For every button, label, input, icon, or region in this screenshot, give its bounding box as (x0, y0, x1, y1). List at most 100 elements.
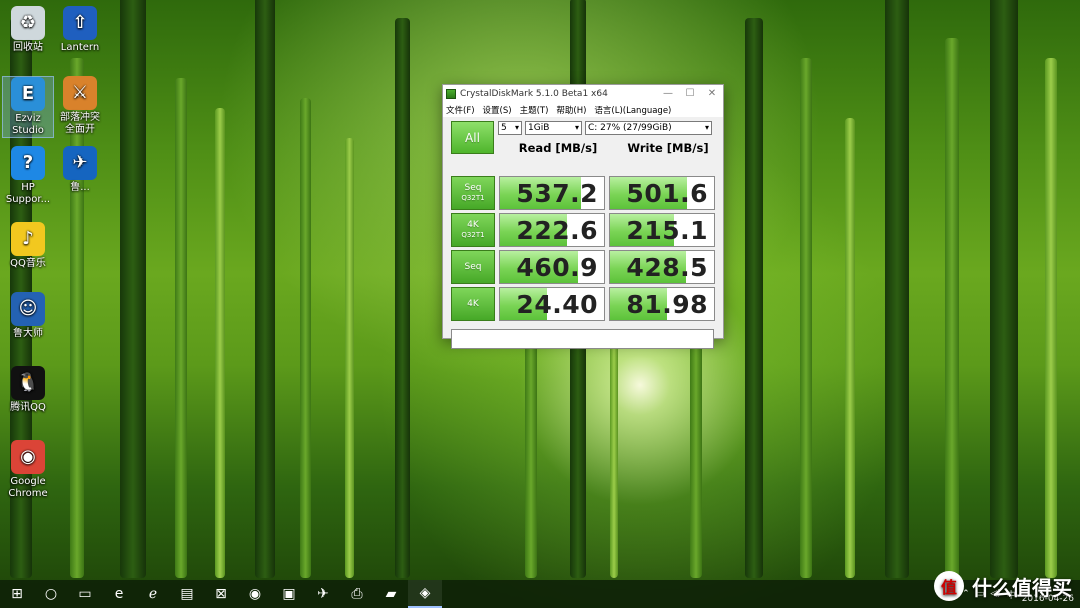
test-label: 4K (467, 220, 479, 230)
taskbar: ⊞ ○ ▭ e ℯ ▤ ⊠ ◉ ▣ ✈ ⎙ ▰ ◈ ⌃ ▭ ◁) 中 2016-04-26 (0, 580, 1080, 608)
chevron-down-icon: ▾ (574, 123, 579, 132)
write-result: 501.6 (609, 176, 715, 210)
read-result-value: 537.2 (516, 179, 598, 208)
chrome-icon[interactable]: ◉ (238, 580, 272, 608)
desktop-shortcut-label: Ezviz Studio (12, 113, 44, 136)
run-all-button[interactable]: All (451, 121, 494, 154)
read-header: Read [MB/s] (518, 141, 598, 155)
chrome-icon: ◉ (11, 440, 45, 474)
crystaldiskmark-window: CrystalDiskMark 5.1.0 Beta1 x64 — ☐ ✕ 文件… (442, 84, 724, 349)
ie-icon[interactable]: ℯ (136, 580, 170, 608)
desktop-shortcut[interactable]: ⇧ Lantern (54, 6, 106, 54)
result-row: 4K 24.40 81.98 (451, 287, 715, 321)
read-result-value: 24.40 (516, 290, 598, 319)
test-label: Seq (464, 262, 482, 272)
qq-icon: 🐧 (11, 366, 45, 400)
qqmusic-icon: ♪ (11, 222, 45, 256)
test-count-select[interactable]: 5 ▾ (498, 121, 522, 135)
ludashi-icon: ☺ (11, 292, 45, 326)
drive-value: C: 27% (27/99GiB) (588, 123, 672, 133)
desktop-shortcut[interactable]: ♻ 回收站 (2, 6, 54, 54)
write-result: 428.5 (609, 250, 715, 284)
task-view-icon[interactable]: ▭ (68, 580, 102, 608)
test-button[interactable]: 4K (451, 287, 495, 321)
title-bar[interactable]: CrystalDiskMark 5.1.0 Beta1 x64 — ☐ ✕ (443, 85, 723, 102)
windows-start-icon[interactable]: ⊞ (0, 580, 34, 608)
desktop-shortcut-label: 腾讯QQ (10, 402, 46, 413)
read-result: 537.2 (499, 176, 605, 210)
watermark-symbol: 值 (934, 571, 964, 601)
results-grid: Seq Q32T1 537.2 501.6 4K Q32T1 222.6 215.1 Seq 46… (451, 176, 715, 321)
drive-select[interactable]: C: 27% (27/99GiB) ▾ (585, 121, 712, 135)
help-icon: ? (11, 146, 45, 180)
write-result-value: 81.98 (626, 290, 708, 319)
desktop-shortcut-label: QQ音乐 (10, 258, 46, 269)
bird-icon: ✈ (63, 146, 97, 180)
store-icon[interactable]: ⊠ (204, 580, 238, 608)
test-count-value: 5 (501, 123, 507, 133)
desktop-shortcut-label: 鲁大师 (13, 328, 43, 339)
edge-icon[interactable]: e (102, 580, 136, 608)
watermark-logo: 值 什么值得买 (934, 571, 1072, 601)
desktop-shortcut[interactable]: E Ezviz Studio (2, 76, 54, 138)
menu-language[interactable]: 语言(L)(Language) (594, 104, 671, 116)
desktop-shortcut[interactable]: ? HP Suppor... (2, 146, 54, 206)
cortana-icon[interactable]: ○ (34, 580, 68, 608)
column-headers: Read [MB/s] Write [MB/s] (503, 141, 723, 155)
desktop-shortcut-label: 部落冲突 全面开 (60, 112, 100, 135)
desktop-shortcut[interactable]: ✈ 鲁... (54, 146, 106, 194)
write-result-value: 215.1 (626, 216, 708, 245)
comment-input[interactable] (451, 329, 714, 349)
write-result: 81.98 (609, 287, 715, 321)
crystaldiskmark-icon[interactable]: ◈ (408, 580, 442, 608)
close-button[interactable]: ✕ (701, 88, 723, 99)
chevron-down-icon: ▾ (514, 123, 519, 132)
watermark-text: 什么值得买 (972, 575, 1072, 600)
write-result: 215.1 (609, 213, 715, 247)
test-button[interactable]: 4K Q32T1 (451, 213, 495, 247)
menu-file[interactable]: 文件(F) (446, 104, 475, 116)
ezviz-icon: E (11, 77, 45, 111)
minimize-button[interactable]: — (657, 88, 679, 99)
menu-settings[interactable]: 设置(S) (483, 104, 512, 116)
desktop-shortcut-label: 回收站 (13, 42, 43, 53)
chevron-down-icon: ▾ (704, 123, 709, 132)
desktop-shortcut-label: Google Chrome (8, 476, 48, 499)
desktop-shortcut-label: Lantern (60, 42, 100, 53)
test-button[interactable]: Seq Q32T1 (451, 176, 495, 210)
explorer-icon[interactable]: ▰ (374, 580, 408, 608)
test-sublabel: Q32T1 (461, 194, 485, 202)
result-row: Seq Q32T1 537.2 501.6 (451, 176, 715, 210)
clash-icon: ⚔ (63, 76, 97, 110)
write-result-value: 428.5 (626, 253, 708, 282)
desktop-shortcut[interactable]: ☺ 鲁大师 (2, 292, 54, 340)
desktop-shortcut[interactable]: ♪ QQ音乐 (2, 222, 54, 270)
test-button[interactable]: Seq (451, 250, 495, 284)
write-header: Write [MB/s] (627, 141, 709, 155)
desktop-shortcut[interactable]: 🐧 腾讯QQ (2, 366, 54, 414)
read-result: 222.6 (499, 213, 605, 247)
test-label: Seq (464, 183, 482, 193)
test-size-value: 1GiB (528, 123, 550, 133)
read-result: 460.9 (499, 250, 605, 284)
desktop-shortcut[interactable]: ⚔ 部落冲突 全面开 (54, 76, 106, 136)
read-result-value: 222.6 (516, 216, 598, 245)
window-title: CrystalDiskMark 5.1.0 Beta1 x64 (460, 88, 608, 99)
result-row: Seq 460.9 428.5 (451, 250, 715, 284)
remote-desktop-icon[interactable]: ▣ (272, 580, 306, 608)
result-row: 4K Q32T1 222.6 215.1 (451, 213, 715, 247)
desktop-shortcut[interactable]: ◉ Google Chrome (2, 440, 54, 500)
test-size-select[interactable]: 1GiB ▾ (525, 121, 582, 135)
menu-theme[interactable]: 主题(T) (520, 104, 549, 116)
lantern-icon: ⇧ (63, 6, 97, 40)
bird-icon[interactable]: ✈ (306, 580, 340, 608)
desktop-shortcut-label: 鲁... (70, 182, 90, 193)
crystaldiskmark-icon (446, 88, 456, 99)
maximize-button[interactable]: ☐ (679, 88, 701, 99)
network-icon[interactable]: ▤ (170, 580, 204, 608)
test-sublabel: Q32T1 (461, 231, 485, 239)
desktop-shortcut-label: HP Suppor... (5, 182, 51, 205)
printer-icon[interactable]: ⎙ (340, 580, 374, 608)
menu-help[interactable]: 帮助(H) (556, 104, 586, 116)
read-result-value: 460.9 (516, 253, 598, 282)
